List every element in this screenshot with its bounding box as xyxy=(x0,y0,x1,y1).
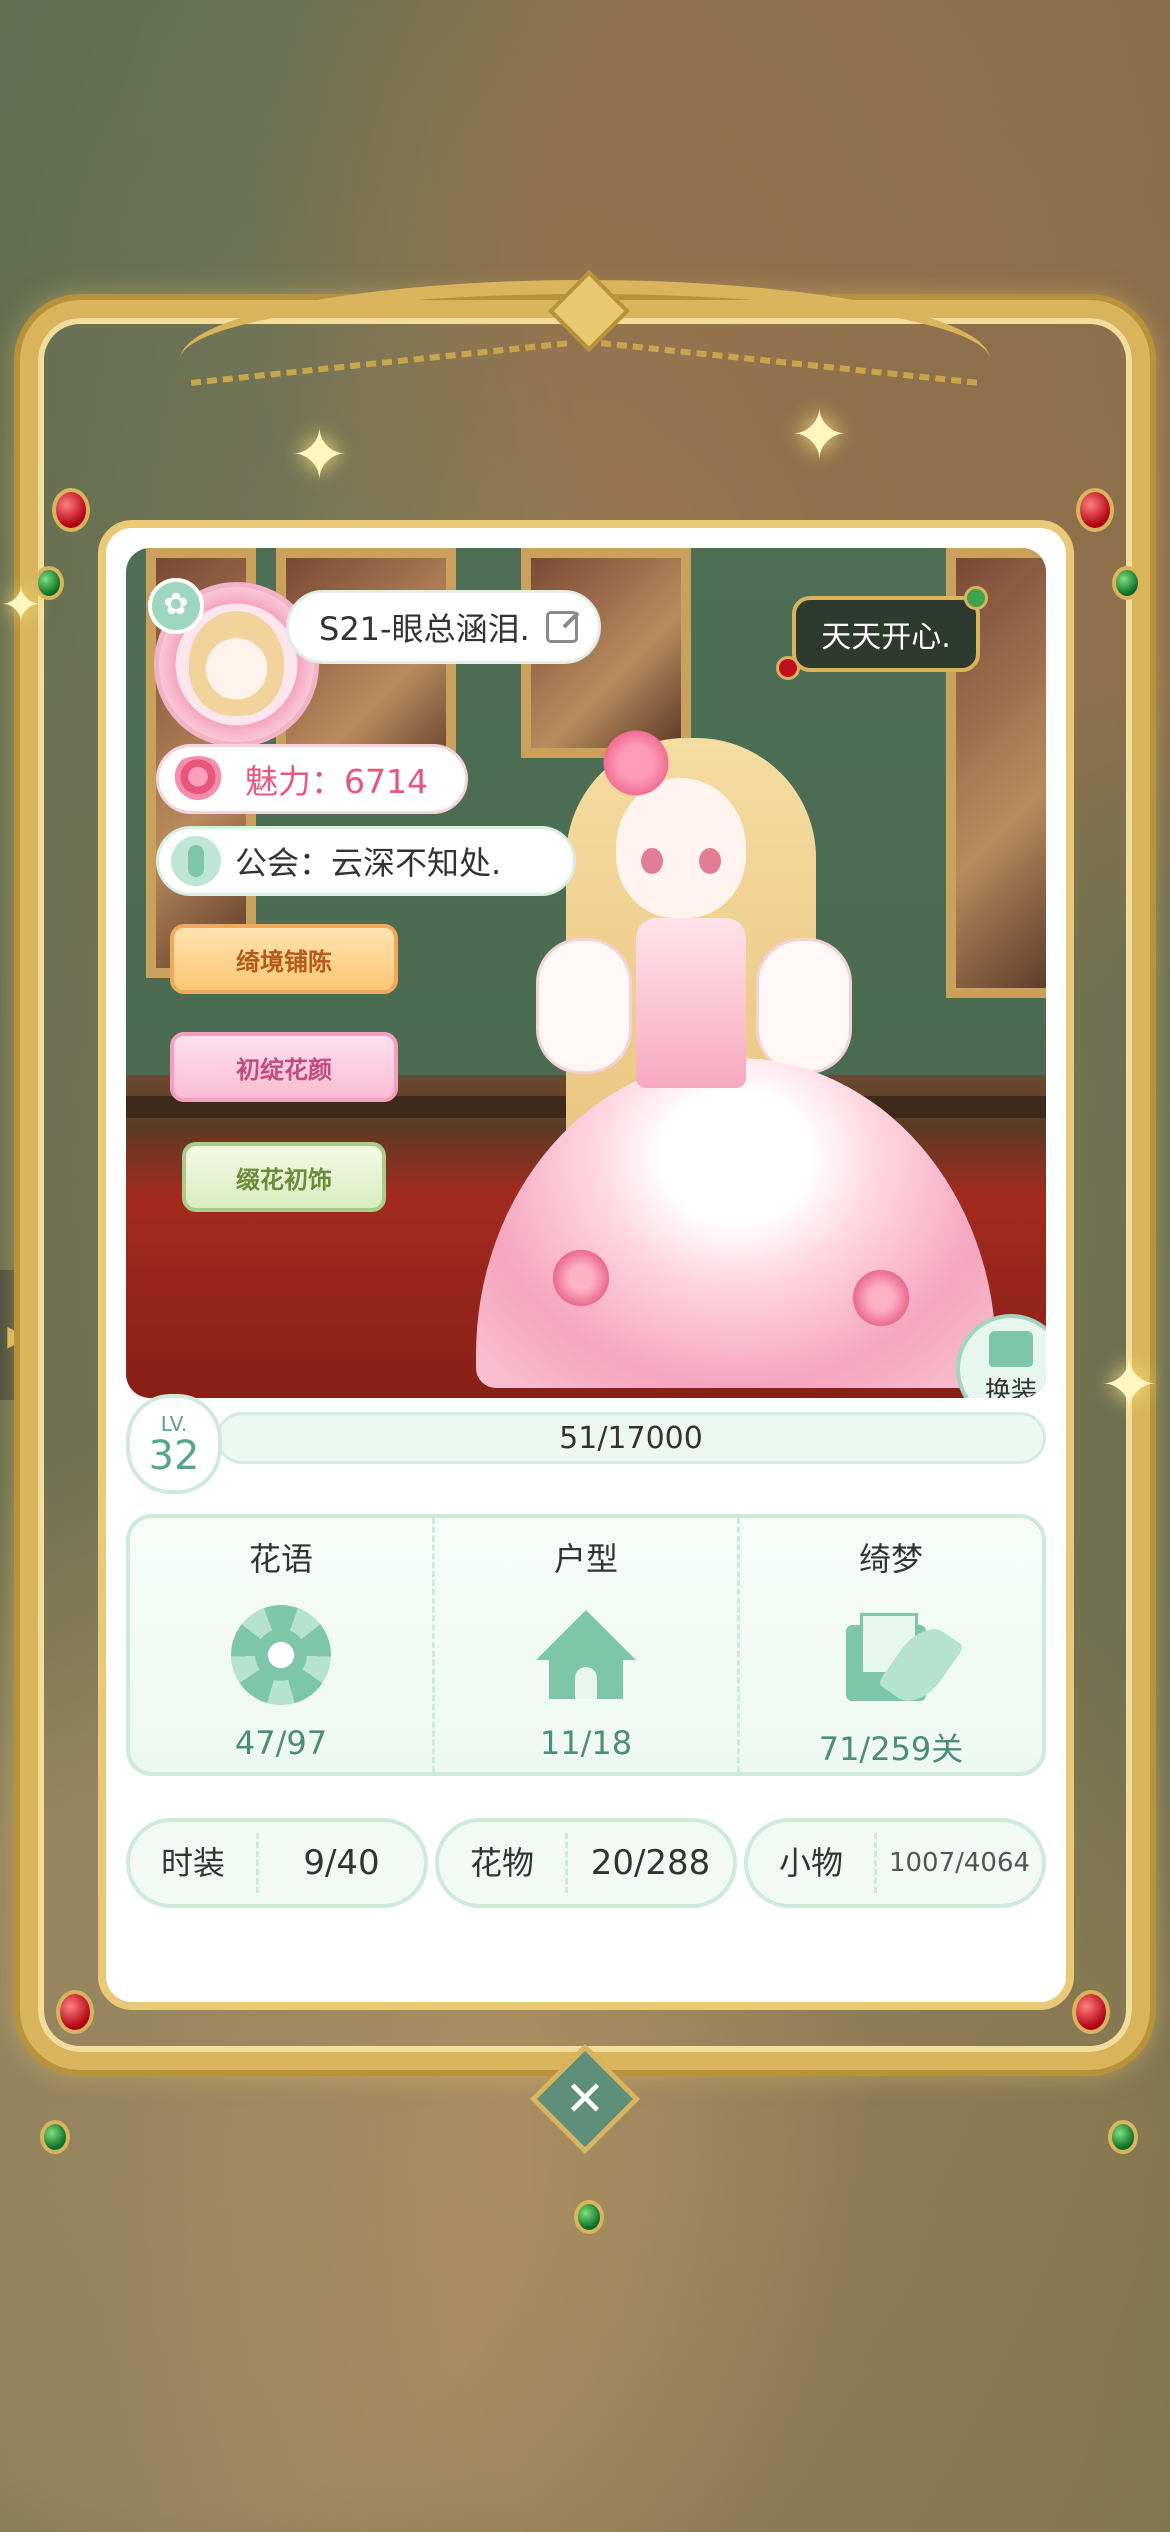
collection-label: 小物 xyxy=(748,1833,877,1893)
emerald-gem-icon xyxy=(1112,566,1142,600)
sparkle-icon: ✦ xyxy=(0,576,42,634)
stat-title: 户型 xyxy=(553,1540,618,1578)
guild-name: 公会：云深不知处. xyxy=(235,844,502,882)
title-badge[interactable]: 绮境铺陈 xyxy=(170,924,398,994)
sparkle-icon: ✦ xyxy=(790,394,849,476)
gown-rose xyxy=(846,1268,916,1328)
collection-label: 花物 xyxy=(439,1833,568,1893)
stat-value: 47/97 xyxy=(234,1724,328,1762)
title-badge[interactable]: 缀花初饰 xyxy=(182,1142,386,1212)
sparkle-icon: ✦ xyxy=(1100,1344,1159,1426)
experience-value: 51/17000 xyxy=(559,1420,703,1456)
collection-label: 时装 xyxy=(130,1833,259,1893)
rose-icon xyxy=(169,756,227,802)
stat-title: 绮梦 xyxy=(858,1540,923,1578)
gown-rose xyxy=(546,1248,616,1308)
charm-pill: 魅力：6714 xyxy=(156,744,468,814)
collection-flora[interactable]: 花物 20/288 xyxy=(435,1818,737,1908)
collection-fashion[interactable]: 时装 9/40 xyxy=(126,1818,428,1908)
character-doll xyxy=(476,698,996,1388)
collection-pills: 时装 9/40 花物 20/288 小物 1007/4064 xyxy=(126,1818,1046,1908)
shirt-icon xyxy=(989,1330,1033,1367)
status-message: 天天开心. xyxy=(821,620,951,655)
emerald-gem-icon xyxy=(40,2120,70,2154)
guild-pill[interactable]: 公会：云深不知处. xyxy=(156,826,576,896)
collection-value: 9/40 xyxy=(303,1843,380,1883)
stat-value: 11/18 xyxy=(539,1724,633,1762)
collection-value: 20/288 xyxy=(590,1843,711,1883)
gear-icon[interactable]: ✿ xyxy=(148,578,204,634)
ruby-gem-icon xyxy=(1076,488,1114,532)
close-icon[interactable]: ✕ xyxy=(546,2060,624,2138)
level-badge: LV. 32 xyxy=(126,1394,222,1494)
experience-bar: 51/17000 xyxy=(216,1412,1046,1464)
collection-trinkets[interactable]: 小物 1007/4064 xyxy=(744,1818,1046,1908)
title-badge[interactable]: 初绽花颜 xyxy=(170,1032,398,1102)
edit-icon[interactable] xyxy=(545,611,578,643)
collection-value: 1007/4064 xyxy=(888,1848,1031,1878)
player-name: S21-眼总涵泪. xyxy=(319,610,530,648)
character-sleeve xyxy=(536,938,632,1074)
character-gown xyxy=(476,1058,996,1388)
ruby-gem-icon xyxy=(1072,1990,1110,2034)
player-name-pill[interactable]: S21-眼总涵泪. xyxy=(286,590,601,664)
character-bodice xyxy=(636,918,746,1088)
change-outfit-label: 换装 xyxy=(984,1376,1037,1399)
emerald-gem-icon xyxy=(574,2200,604,2234)
ruby-dot-icon xyxy=(776,656,800,680)
ruby-gem-icon xyxy=(56,1990,94,2034)
character-scene: ✿ S21-眼总涵泪. 魅力：6714 公会：云深不知处. 绮境铺陈 初绽花颜 … xyxy=(126,548,1046,1398)
stat-house-type[interactable]: 户型 11/18 xyxy=(432,1518,737,1772)
stats-panel: 花语 47/97 户型 11/18 绮梦 71/259关 xyxy=(126,1514,1046,1776)
profile-card: ✿ S21-眼总涵泪. 魅力：6714 公会：云深不知处. 绮境铺陈 初绽花颜 … xyxy=(98,520,1074,2010)
level-value: 32 xyxy=(148,1433,200,1479)
status-speech-bubble[interactable]: 天天开心. xyxy=(792,596,980,672)
guild-icon xyxy=(171,836,221,886)
emerald-dot-icon xyxy=(964,586,988,610)
stat-value: 71/259关 xyxy=(818,1730,964,1768)
letter-quill-icon xyxy=(836,1605,965,1713)
flower-icon xyxy=(231,1605,331,1705)
stat-dream[interactable]: 绮梦 71/259关 xyxy=(737,1518,1042,1772)
emerald-gem-icon xyxy=(1108,2120,1138,2154)
sparkle-icon: ✦ xyxy=(290,414,349,496)
charm-value: 魅力：6714 xyxy=(245,762,428,801)
character-eye xyxy=(699,848,721,874)
stat-flower-language[interactable]: 花语 47/97 xyxy=(130,1518,432,1772)
ruby-gem-icon xyxy=(52,488,90,532)
stat-title: 花语 xyxy=(248,1540,313,1578)
house-icon xyxy=(531,1605,641,1705)
hair-flower xyxy=(596,728,676,798)
avatar-portrait xyxy=(189,611,284,716)
character-face xyxy=(616,778,746,918)
character-sleeve xyxy=(756,938,852,1074)
character-eye xyxy=(641,848,663,874)
